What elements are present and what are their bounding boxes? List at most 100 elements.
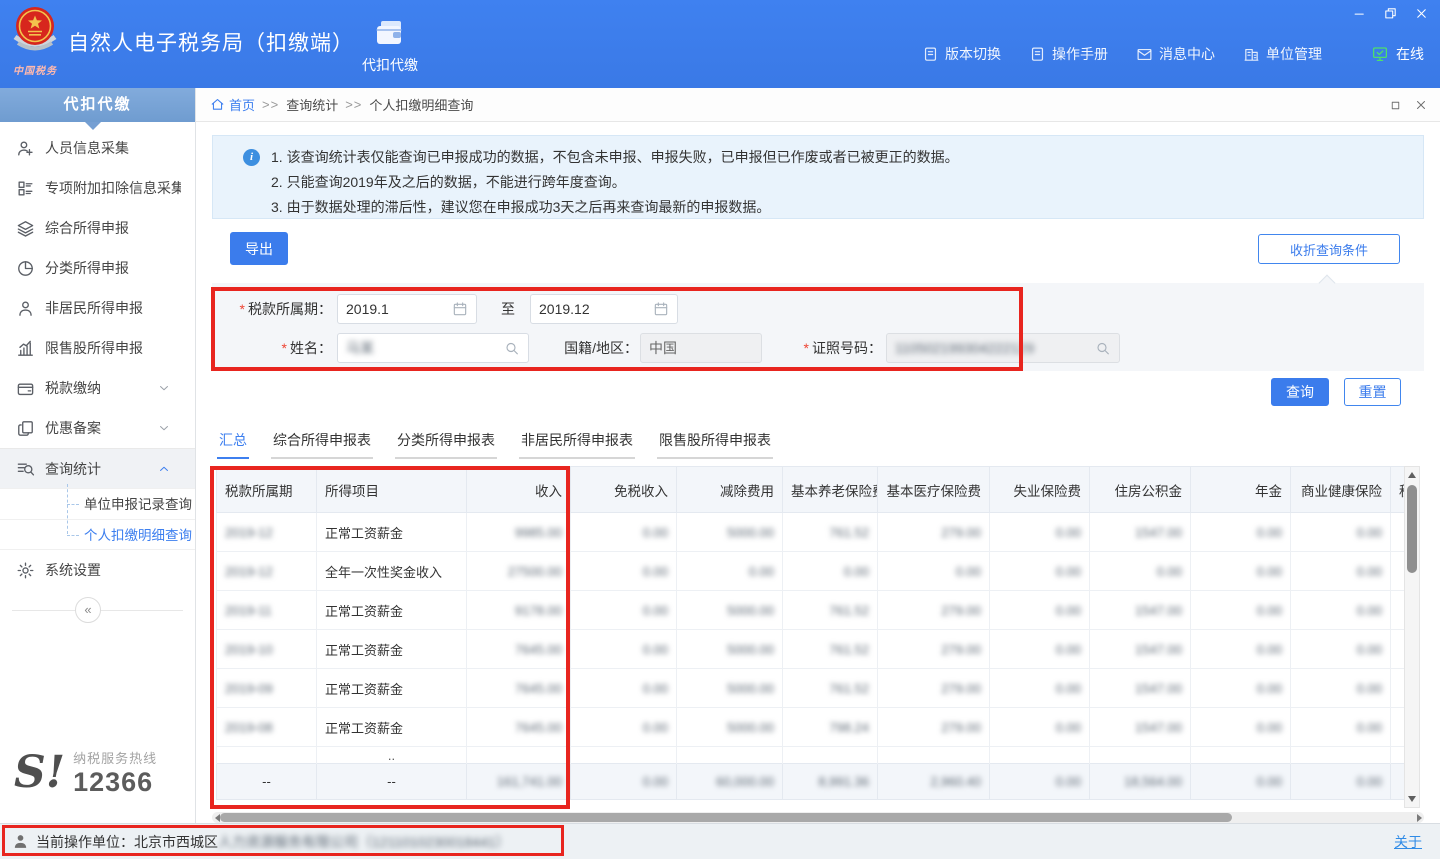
notice-line: 3. 由于数据处理的滞后性，建议您在申报成功3天之后再来查询最新的申报数据。 bbox=[271, 195, 1411, 220]
scroll-up-arrow[interactable] bbox=[1405, 467, 1419, 483]
copy-icon bbox=[16, 419, 35, 438]
panel-maximize-icon[interactable] bbox=[1388, 98, 1402, 112]
notice-panel: i 1. 该查询统计表仅能查询已申报成功的数据，不包含未申报、申报失败，已申报但… bbox=[212, 135, 1424, 219]
sidebar-item[interactable]: 人员信息采集 bbox=[0, 128, 195, 168]
result-tab[interactable]: 非居民所得申报表 bbox=[519, 430, 635, 459]
online-status: 在线 bbox=[1371, 40, 1424, 68]
name-label: *姓名： bbox=[240, 333, 332, 363]
table-row[interactable]: 2019-11正常工资薪金9178.000.005000.00761.52279… bbox=[217, 591, 1405, 630]
column-header[interactable]: 商业健康保险 bbox=[1291, 467, 1391, 513]
column-header[interactable]: 所得项目 bbox=[317, 467, 467, 513]
hotline-label: 纳税服务热线 bbox=[73, 748, 157, 767]
sidebar-item[interactable]: 系统设置 bbox=[0, 550, 195, 590]
export-button[interactable]: 导出 bbox=[230, 232, 288, 265]
column-header[interactable]: 年金 bbox=[1191, 467, 1291, 513]
document-icon bbox=[922, 46, 939, 63]
sidebar-item[interactable]: 查询统计 bbox=[0, 448, 195, 488]
result-tab[interactable]: 分类所得申报表 bbox=[395, 430, 497, 459]
home-icon bbox=[210, 97, 225, 112]
sidebar-collapse-button[interactable]: « bbox=[75, 597, 101, 623]
panel-close-icon[interactable] bbox=[1414, 98, 1428, 112]
table-header-row: 税款所属期所得项目收入免税收入减除费用基本养老保险费基本医疗保险费失业保险费住房… bbox=[217, 467, 1405, 513]
collapse-query-button[interactable]: 收折查询条件 bbox=[1258, 234, 1400, 264]
sidebar-item[interactable]: 税款缴纳 bbox=[0, 368, 195, 408]
breadcrumb-home[interactable]: 首页 bbox=[210, 95, 255, 114]
calendar-icon[interactable] bbox=[452, 301, 468, 317]
sidebar-title: 代扣代缴 bbox=[0, 88, 195, 122]
sidebar: 代扣代缴 人员信息采集专项附加扣除信息采集综合所得申报分类所得申报非居民所得申报… bbox=[0, 88, 196, 823]
result-tab[interactable]: 综合所得申报表 bbox=[271, 430, 373, 459]
module-tab-label: 代扣代缴 bbox=[362, 55, 418, 75]
period-label: *税款所属期： bbox=[190, 294, 332, 324]
sidebar-subitem[interactable]: 单位申报记录查询 bbox=[0, 488, 195, 519]
result-tab[interactable]: 限售股所得申报表 bbox=[657, 430, 773, 459]
header-menu-item[interactable]: 消息中心 bbox=[1136, 44, 1215, 64]
panel-controls bbox=[1388, 88, 1428, 122]
search-icon[interactable] bbox=[504, 340, 520, 356]
column-header[interactable]: 基本养老保险费 bbox=[783, 467, 878, 513]
sidebar-item[interactable]: 优惠备案 bbox=[0, 408, 195, 448]
chevron-down-icon bbox=[157, 421, 171, 435]
column-header[interactable]: 失业保险费 bbox=[990, 467, 1090, 513]
current-unit-name: 北京市西城区 bbox=[134, 832, 218, 852]
sidebar-subitem[interactable]: 个人扣缴明细查询 bbox=[0, 519, 195, 550]
calendar-icon[interactable] bbox=[653, 301, 669, 317]
table-row[interactable]: 2019-10正常工资薪金7645.000.005000.00761.52279… bbox=[217, 630, 1405, 669]
table-summary-row[interactable]: ----161,741.000.0060,000.008,991.362,960… bbox=[217, 764, 1405, 800]
table-row-partial[interactable]: .. bbox=[217, 747, 1405, 764]
wallet-icon bbox=[374, 18, 406, 48]
table-row[interactable]: 2019-08正常工资薪金7645.000.005000.00798.24279… bbox=[217, 708, 1405, 747]
bar-chart-icon bbox=[16, 339, 35, 358]
mail-icon bbox=[1136, 46, 1153, 63]
scroll-down-arrow[interactable] bbox=[1405, 791, 1419, 807]
result-table: 税款所属期所得项目收入免税收入减除费用基本养老保险费基本医疗保险费失业保险费住房… bbox=[216, 466, 1404, 800]
gear-icon bbox=[16, 561, 35, 580]
breadcrumb-item[interactable]: 查询统计 bbox=[286, 95, 338, 114]
minimize-icon[interactable] bbox=[1350, 4, 1368, 22]
horizontal-scroll-thumb[interactable] bbox=[220, 813, 1232, 822]
period-from-input[interactable]: 2019.1 bbox=[337, 294, 477, 324]
column-header[interactable]: 收入 bbox=[467, 467, 571, 513]
header-menu-item[interactable]: 操作手册 bbox=[1029, 44, 1108, 64]
table-row[interactable]: 2019-09正常工资薪金7645.000.005000.00761.52279… bbox=[217, 669, 1405, 708]
column-header[interactable]: 减除费用 bbox=[677, 467, 783, 513]
scroll-right-arrow[interactable] bbox=[1414, 812, 1424, 823]
app-title: 自然人电子税务局（扣缴端） bbox=[68, 0, 354, 88]
document-icon bbox=[1029, 46, 1046, 63]
header-menu-item[interactable]: 版本切换 bbox=[922, 44, 1001, 64]
breadcrumb-separator: >> bbox=[345, 97, 362, 112]
table-row[interactable]: 2019-12全年一次性奖金收入27500.000.000.000.000.00… bbox=[217, 552, 1405, 591]
person-icon bbox=[12, 833, 29, 850]
sidebar-item[interactable]: 限售股所得申报 bbox=[0, 328, 195, 368]
layers-icon bbox=[16, 219, 35, 238]
info-icon: i bbox=[243, 149, 260, 166]
column-header[interactable]: 免税收入 bbox=[571, 467, 677, 513]
status-bar: 当前操作单位： 北京市西城区 人力资源服务有限公司（12110102300184… bbox=[0, 823, 1440, 859]
column-header[interactable]: 税 bbox=[1391, 467, 1405, 513]
period-to-input[interactable]: 2019.12 bbox=[530, 294, 678, 324]
result-tab[interactable]: 汇总 bbox=[217, 430, 249, 459]
window-controls bbox=[1350, 4, 1430, 22]
query-button[interactable]: 查询 bbox=[1271, 378, 1329, 406]
column-header[interactable]: 住房公积金 bbox=[1090, 467, 1191, 513]
id-number-label: *证照号码： bbox=[770, 333, 882, 363]
restore-icon[interactable] bbox=[1381, 4, 1399, 22]
header-menu-item[interactable]: 单位管理 bbox=[1243, 44, 1322, 64]
reset-button[interactable]: 重置 bbox=[1344, 378, 1401, 406]
sidebar-item[interactable]: 综合所得申报 bbox=[0, 208, 195, 248]
vertical-scrollbar[interactable] bbox=[1404, 466, 1420, 808]
table-row[interactable]: 2019-12正常工资薪金9985.000.005000.00761.52279… bbox=[217, 513, 1405, 552]
horizontal-scrollbar[interactable] bbox=[212, 812, 1424, 823]
close-icon[interactable] bbox=[1412, 4, 1430, 22]
current-unit-blurred: 人力资源服务有限公司（1211010230018441） bbox=[218, 832, 510, 852]
sidebar-item[interactable]: 专项附加扣除信息采集 bbox=[0, 168, 195, 208]
search-icon[interactable] bbox=[1095, 340, 1111, 356]
vertical-scroll-thumb[interactable] bbox=[1407, 485, 1417, 573]
column-header[interactable]: 基本医疗保险费 bbox=[878, 467, 990, 513]
sidebar-item[interactable]: 非居民所得申报 bbox=[0, 288, 195, 328]
module-tab-withholding[interactable]: 代扣代缴 bbox=[346, 8, 434, 84]
sidebar-item[interactable]: 分类所得申报 bbox=[0, 248, 195, 288]
column-header[interactable]: 税款所属期 bbox=[217, 467, 317, 513]
name-input[interactable]: 马某 bbox=[337, 333, 529, 363]
about-link[interactable]: 关于 bbox=[1394, 832, 1422, 852]
